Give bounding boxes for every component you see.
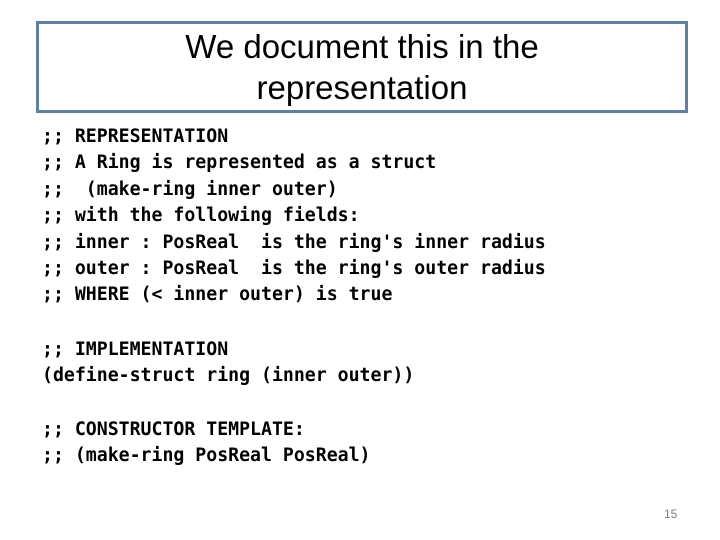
code-line: ;; inner : PosReal is the ring's inner r… [42,231,546,253]
implementation-code-block: ;; IMPLEMENTATION (define-struct ring (in… [42,337,414,390]
page-number: 15 [664,507,678,521]
slide-title-box: We document this in the representation [36,21,688,113]
code-line: ;; (make-ring inner outer) [42,178,338,200]
constructor-template-code-block: ;; CONSTRUCTOR TEMPLATE: ;; (make-ring Po… [42,417,371,470]
code-line: ;; REPRESENTATION [42,126,229,147]
slide-title: We document this in the representation [185,28,539,106]
code-line: ;; with the following fields: [42,205,360,227]
code-line: ;; WHERE (< inner outer) is true [42,284,393,306]
code-line: ;; outer : PosReal is the ring's outer r… [42,257,546,279]
code-line: ;; IMPLEMENTATION [42,339,229,360]
representation-code-block: ;; REPRESENTATION ;; A Ring is represente… [42,124,546,309]
code-line: ;; CONSTRUCTOR TEMPLATE: [42,419,305,440]
code-line: ;; A Ring is represented as a struct [42,152,437,174]
code-line: ;; (make-ring PosReal PosReal) [42,445,371,467]
code-line: (define-struct ring (inner outer)) [42,365,415,387]
